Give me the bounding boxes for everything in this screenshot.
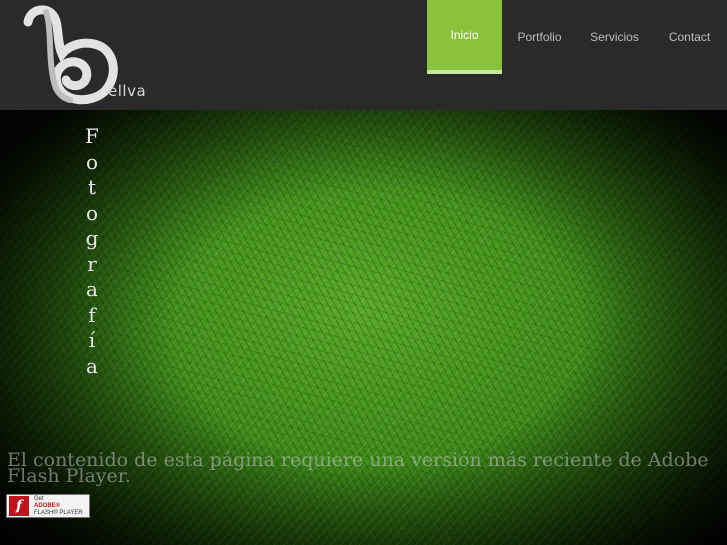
flash-required-message: El contenido de esta página requiere una… [7, 449, 709, 487]
title-letter: g [85, 226, 99, 250]
nav-item-inicio[interactable]: Inicio [427, 0, 502, 74]
vertical-title-fotografia: F o t o g r a f í a [84, 124, 100, 379]
flash-badge-text: Get ADOBE® FLASH® PLAYER [34, 496, 83, 517]
title-letter: í [88, 328, 96, 352]
site-header: ellva Inicio Portfolio Servicios Contact [0, 0, 727, 110]
logo-text: ellva [108, 82, 147, 100]
get-flash-player-button[interactable]: f Get ADOBE® FLASH® PLAYER [6, 494, 90, 518]
flash-badge-line1: Get [34, 495, 44, 502]
flash-badge-line2: ADOBE® [34, 502, 61, 509]
title-letter: a [86, 277, 98, 301]
title-letter: o [85, 149, 99, 174]
nav-item-servicios[interactable]: Servicios [577, 0, 652, 74]
title-letter: a [86, 353, 98, 378]
nav-item-contact[interactable]: Contact [652, 0, 727, 74]
title-letter: o [85, 200, 99, 225]
title-letter: F [85, 124, 99, 148]
flash-badge-line3: FLASH® PLAYER [34, 509, 83, 516]
main-nav: Inicio Portfolio Servicios Contact [427, 0, 727, 74]
nav-item-portfolio[interactable]: Portfolio [502, 0, 577, 74]
flash-player-icon: f [9, 496, 29, 516]
title-letter: r [87, 251, 97, 276]
title-letter: t [87, 175, 97, 199]
title-letter: f [88, 302, 96, 327]
